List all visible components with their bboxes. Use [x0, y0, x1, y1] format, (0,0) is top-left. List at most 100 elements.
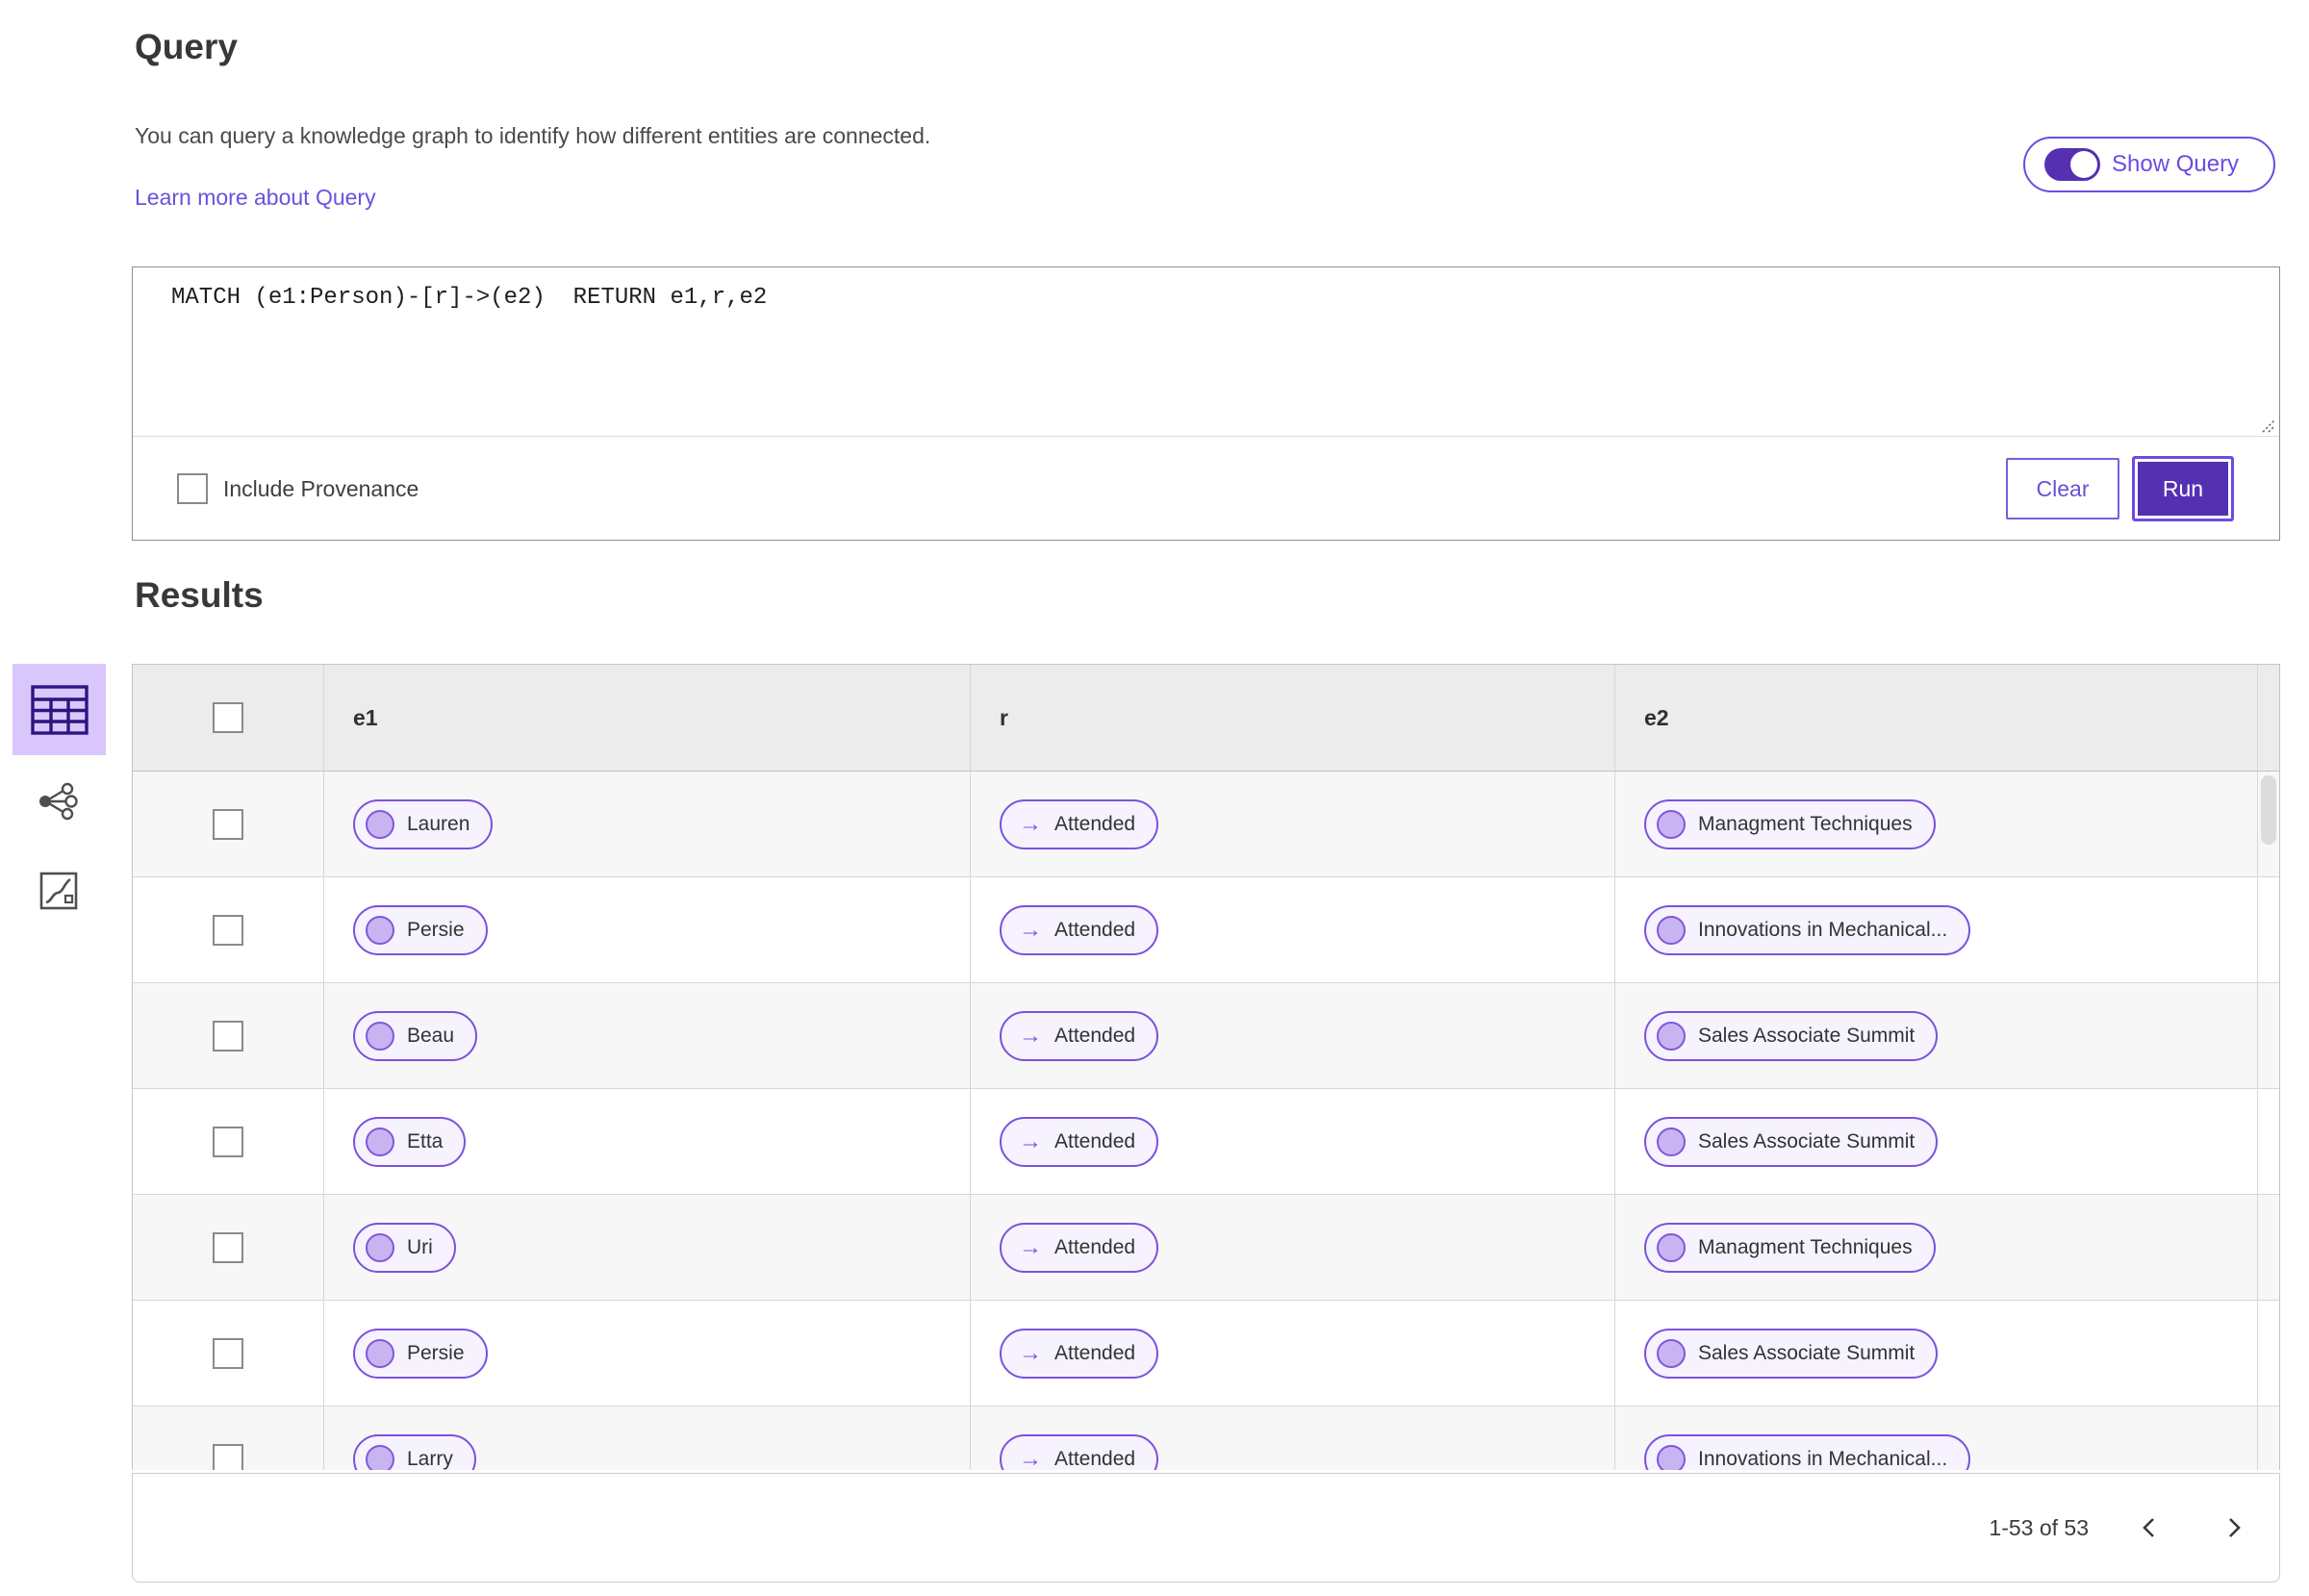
table-view-icon [30, 684, 89, 735]
entity-pill[interactable]: Lauren [353, 798, 494, 849]
table-row: Beau → Attended Sales Associate Summit [133, 983, 2279, 1089]
entity-pill[interactable]: Larry [353, 1433, 476, 1470]
view-switcher-table[interactable] [13, 664, 106, 755]
relation-label: Attended [1054, 1447, 1136, 1470]
row-checkbox[interactable] [213, 1126, 243, 1157]
entity-dot-icon [366, 1338, 394, 1368]
table-row: Etta → Attended Sales Associate Summit [133, 1089, 2279, 1195]
entity-pill[interactable]: Innovations in Mechanical... [1644, 904, 1971, 955]
query-panel: MATCH (e1:Person)-[r]->(e2) RETURN e1,r,… [132, 266, 2280, 541]
entity-label: Larry [407, 1447, 453, 1470]
entity-pill[interactable]: Managment Techniques [1644, 798, 1936, 849]
entity-label: Etta [407, 1129, 444, 1153]
relation-arrow-icon: → [1019, 1233, 1042, 1260]
relation-pill[interactable]: → Attended [1000, 1116, 1159, 1167]
entity-label: Persie [407, 918, 465, 941]
pagination-next-button[interactable] [2214, 1505, 2254, 1551]
entity-label: Innovations in Mechanical... [1698, 1447, 1948, 1470]
row-checkbox[interactable] [213, 1337, 243, 1369]
entity-label: Sales Associate Summit [1698, 1129, 1916, 1153]
resize-grip-icon[interactable] [2257, 415, 2276, 434]
entity-label: Innovations in Mechanical... [1698, 918, 1948, 941]
relation-arrow-icon: → [1019, 1022, 1042, 1049]
entity-label: Managment Techniques [1698, 812, 1913, 835]
table-row: Lauren → Attended Managment Techniques [133, 772, 2279, 877]
table-row: Uri → Attended Managment Techniques [133, 1195, 2279, 1301]
view-switcher-graph[interactable] [27, 772, 90, 831]
relation-arrow-icon: → [1019, 1339, 1042, 1366]
relation-pill[interactable]: → Attended [1000, 1433, 1159, 1470]
page-title: Query [135, 27, 238, 66]
query-page: Query You can query a knowledge graph to… [0, 0, 2309, 1596]
entity-pill[interactable]: Sales Associate Summit [1644, 1328, 1939, 1379]
relation-pill[interactable]: → Attended [1000, 1010, 1159, 1061]
pagination-range-label: 1-53 of 53 [1989, 1514, 2089, 1540]
query-description: You can query a knowledge graph to ident… [135, 123, 931, 148]
relation-arrow-icon: → [1019, 1127, 1042, 1154]
entity-dot-icon [366, 1021, 394, 1051]
results-table: e1 r e2 Lauren → Attended Managment Techn… [132, 664, 2280, 1470]
entity-pill[interactable]: Sales Associate Summit [1644, 1010, 1939, 1061]
entity-pill[interactable]: Persie [353, 1328, 488, 1379]
entity-dot-icon [1657, 809, 1686, 839]
show-query-toggle[interactable]: Show Query [2023, 137, 2275, 192]
relation-arrow-icon: → [1019, 1445, 1042, 1470]
include-provenance-label: Include Provenance [223, 475, 419, 501]
entity-label: Sales Associate Summit [1698, 1341, 1916, 1364]
entity-label: Beau [407, 1024, 455, 1047]
entity-dot-icon [1657, 1338, 1686, 1368]
entity-dot-icon [366, 1232, 394, 1262]
chart-view-icon [39, 872, 78, 910]
relation-label: Attended [1054, 918, 1136, 941]
graph-view-icon [39, 782, 78, 821]
entity-dot-icon [1657, 1127, 1686, 1156]
chevron-right-icon [2229, 1518, 2241, 1537]
table-header-row: e1 r e2 [133, 665, 2279, 772]
toggle-track [2044, 148, 2100, 181]
relation-arrow-icon: → [1019, 916, 1042, 943]
query-input[interactable]: MATCH (e1:Person)-[r]->(e2) RETURN e1,r,… [133, 267, 2279, 435]
relation-label: Attended [1054, 1129, 1136, 1153]
entity-dot-icon [1657, 915, 1686, 945]
relation-pill[interactable]: → Attended [1000, 798, 1159, 849]
table-row: Larry → Attended Innovations in Mechanica… [133, 1406, 2279, 1470]
table-footer: 1-53 of 53 [132, 1473, 2280, 1583]
entity-dot-icon [366, 915, 394, 945]
clear-button[interactable]: Clear [2006, 458, 2119, 519]
entity-pill[interactable]: Sales Associate Summit [1644, 1116, 1939, 1167]
pagination-prev-button[interactable] [2129, 1505, 2169, 1551]
row-checkbox[interactable] [213, 1020, 243, 1051]
run-button[interactable]: Run [2135, 459, 2231, 519]
table-row: Persie → Attended Innovations in Mechanic… [133, 877, 2279, 983]
entity-dot-icon [366, 809, 394, 839]
entity-dot-icon [366, 1444, 394, 1470]
view-switcher-chart[interactable] [27, 861, 90, 921]
learn-more-link[interactable]: Learn more about Query [135, 185, 376, 211]
entity-label: Persie [407, 1341, 465, 1364]
relation-label: Attended [1054, 812, 1136, 835]
row-checkbox[interactable] [213, 1443, 243, 1470]
entity-pill[interactable]: Etta [353, 1116, 467, 1167]
entity-dot-icon [366, 1127, 394, 1156]
entity-dot-icon [1657, 1444, 1686, 1470]
entity-pill[interactable]: Beau [353, 1010, 478, 1061]
row-checkbox[interactable] [213, 1231, 243, 1263]
include-provenance-checkbox[interactable] [177, 473, 208, 504]
entity-pill[interactable]: Innovations in Mechanical... [1644, 1433, 1971, 1470]
entity-label: Managment Techniques [1698, 1235, 1913, 1258]
table-scrollbar-thumb[interactable] [2261, 775, 2276, 845]
row-checkbox[interactable] [213, 914, 243, 946]
select-all-checkbox[interactable] [213, 702, 243, 733]
show-query-label: Show Query [2112, 151, 2240, 177]
entity-pill[interactable]: Managment Techniques [1644, 1222, 1936, 1273]
toggle-knob-icon [2070, 151, 2097, 178]
column-header-r: r [1000, 704, 1008, 730]
query-toolbar: Include Provenance Clear Run [133, 436, 2279, 541]
entity-pill[interactable]: Uri [353, 1222, 456, 1273]
relation-pill[interactable]: → Attended [1000, 1328, 1159, 1379]
row-checkbox[interactable] [213, 808, 243, 840]
relation-pill[interactable]: → Attended [1000, 1222, 1159, 1273]
relation-pill[interactable]: → Attended [1000, 904, 1159, 955]
entity-label: Lauren [407, 812, 470, 835]
entity-pill[interactable]: Persie [353, 904, 488, 955]
